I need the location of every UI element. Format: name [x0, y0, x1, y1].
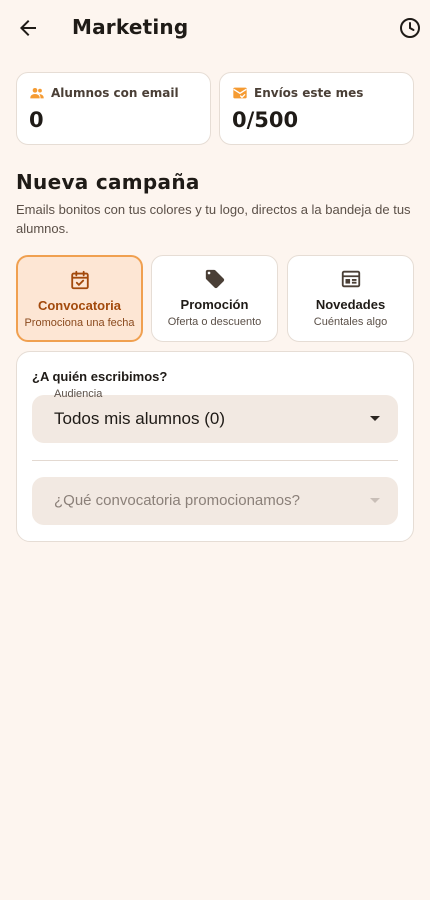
history-button[interactable]	[390, 8, 430, 48]
campaign-type-subtitle: Oferta o descuento	[167, 316, 262, 328]
campaign-type-convocatoria[interactable]: Convocatoria Promociona una fecha	[16, 255, 143, 342]
mark-email-icon	[233, 87, 247, 99]
audience-label: Audiencia	[54, 388, 103, 400]
stat-value: 0	[29, 108, 44, 132]
app-bar: Marketing	[0, 0, 430, 56]
campaign-form-card: ¿A quién escribimos? Audiencia Todos mis…	[16, 351, 414, 542]
new-campaign-title: Nueva campaña	[16, 170, 200, 194]
stat-card-students-with-email: Alumnos con email 0	[16, 72, 211, 145]
audience-value: Todos mis alumnos (0)	[54, 409, 226, 428]
event-available-icon	[70, 270, 89, 290]
stat-label: Alumnos con email	[51, 86, 179, 100]
campaign-type-subtitle: Promociona una fecha	[24, 317, 135, 329]
dropdown-arrow-icon	[370, 416, 380, 421]
people-icon	[30, 88, 44, 99]
tag-icon	[205, 269, 224, 289]
new-campaign-subtitle: Emails bonitos con tus colores y tu logo…	[16, 202, 411, 236]
audience-dropdown[interactable]: Audiencia Todos mis alumnos (0)	[32, 388, 398, 443]
convocatoria-dropdown[interactable]: ¿Qué convocatoria promocionamos?	[32, 477, 398, 525]
campaign-type-novedades[interactable]: Novedades Cuéntales algo	[287, 255, 414, 342]
stat-card-monthly-sends: Envíos este mes 0/500	[219, 72, 414, 145]
campaign-type-selector: Convocatoria Promociona una fecha Promoc…	[16, 255, 414, 342]
stat-value: 0/500	[232, 108, 299, 132]
newspaper-icon	[341, 270, 360, 288]
arrow-back-icon	[20, 20, 36, 36]
divider	[32, 460, 398, 461]
history-clock-icon	[400, 18, 420, 38]
campaign-type-promocion[interactable]: Promoción Oferta o descuento	[151, 255, 278, 342]
stat-label: Envíos este mes	[254, 86, 364, 100]
audience-question: ¿A quién escribimos?	[32, 369, 168, 384]
campaign-type-title: Convocatoria	[37, 298, 122, 313]
campaign-type-title: Promoción	[180, 297, 249, 312]
dropdown-arrow-icon	[370, 498, 380, 503]
stats-row: Alumnos con email 0 Envíos este mes 0/50…	[16, 72, 414, 145]
convocatoria-placeholder: ¿Qué convocatoria promocionamos?	[54, 492, 300, 509]
campaign-type-title: Novedades	[315, 297, 386, 312]
page-title: Marketing	[72, 15, 189, 39]
back-button[interactable]	[8, 8, 48, 48]
campaign-type-subtitle: Cuéntales algo	[313, 316, 388, 328]
